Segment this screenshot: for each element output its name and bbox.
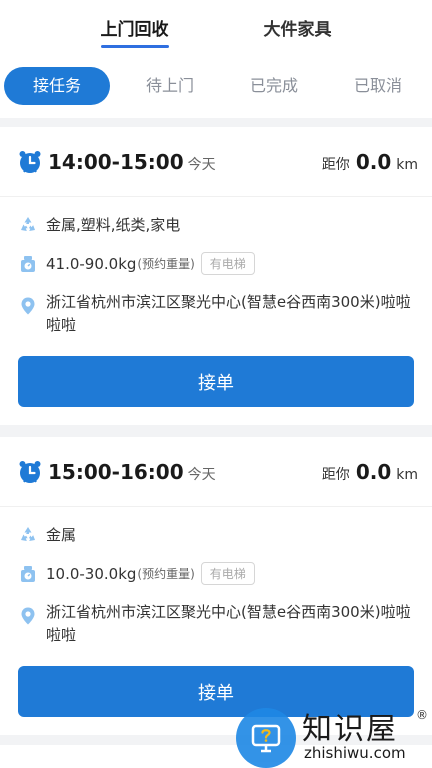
distance: 距你 0.0 km: [322, 460, 418, 484]
header: 上门回收 大件家具 接任务 待上门 已完成 已取消: [0, 0, 432, 118]
recycle-icon: [18, 525, 38, 545]
location-pin-icon: [18, 606, 38, 626]
order-card: 15:00-16:00 今天 距你 0.0 km 金属 10.0-30.0kg …: [0, 437, 432, 735]
watermark: 知识屋 ® zhishiwu.com: [232, 702, 432, 768]
distance: 距你 0.0 km: [322, 150, 418, 174]
elevator-badge: 有电梯: [200, 562, 255, 585]
distance-label: 距你: [321, 466, 350, 483]
tab-home-recycle[interactable]: 上门回收: [100, 15, 169, 48]
watermark-logo-icon: [236, 708, 296, 768]
order-card: 14:00-15:00 今天 距你 0.0 km 金属,塑料,纸类,家电 41.…: [0, 127, 432, 425]
order-card-header: 15:00-16:00 今天 距你 0.0 km: [0, 437, 432, 507]
watermark-registered-mark: ®: [416, 708, 428, 722]
category-row: 金属,塑料,纸类,家电: [0, 214, 432, 235]
location-pin-icon: [18, 296, 38, 316]
weight-range: 10.0-30.0kg: [46, 564, 137, 583]
waste-categories: 金属,塑料,纸类,家电: [46, 216, 181, 234]
scale-icon: [18, 564, 38, 584]
elevator-badge: 有电梯: [200, 252, 255, 275]
distance-unit: km: [396, 156, 418, 173]
status-tabs: 接任务 待上门 已完成 已取消: [0, 60, 432, 112]
recycle-icon: [18, 215, 38, 235]
alarm-clock-icon: [18, 460, 42, 484]
address-row: 浙江省杭州市滨江区聚光中心(智慧e谷西南300米)啦啦啦啦: [0, 601, 432, 647]
address-row: 浙江省杭州市滨江区聚光中心(智慧e谷西南300米)啦啦啦啦: [0, 291, 432, 337]
day-label: 今天: [187, 466, 216, 483]
time-slot: 15:00-16:00: [48, 459, 184, 484]
scale-icon: [18, 254, 38, 274]
tab-large-furniture[interactable]: 大件家具: [264, 15, 332, 48]
time-slot: 14:00-15:00: [48, 149, 184, 174]
category-row: 金属: [0, 524, 432, 545]
day-label: 今天: [187, 156, 216, 173]
tab-pending-visit[interactable]: 待上门: [118, 67, 222, 105]
distance-label: 距你: [321, 156, 350, 173]
tab-cancelled[interactable]: 已取消: [326, 67, 430, 105]
accept-order-button[interactable]: 接单: [18, 356, 414, 407]
watermark-title: 知识屋: [302, 712, 398, 747]
weight-note: (预约重量): [137, 257, 195, 271]
tab-completed[interactable]: 已完成: [222, 67, 326, 105]
top-tabs: 上门回收 大件家具: [0, 0, 432, 60]
weight-row: 10.0-30.0kg (预约重量) 有电梯: [0, 562, 432, 585]
pickup-address: 浙江省杭州市滨江区聚光中心(智慧e谷西南300米)啦啦啦啦: [46, 603, 411, 644]
watermark-url: zhishiwu.com: [304, 744, 406, 762]
weight-note: (预约重量): [137, 567, 195, 581]
distance-unit: km: [396, 466, 418, 483]
distance-value: 0.0: [355, 459, 392, 484]
waste-categories: 金属: [46, 526, 77, 544]
weight-row: 41.0-90.0kg (预约重量) 有电梯: [0, 252, 432, 275]
order-card-header: 14:00-15:00 今天 距你 0.0 km: [0, 127, 432, 197]
tab-accept-task[interactable]: 接任务: [4, 67, 110, 105]
alarm-clock-icon: [18, 150, 42, 174]
distance-value: 0.0: [355, 149, 392, 174]
pickup-address: 浙江省杭州市滨江区聚光中心(智慧e谷西南300米)啦啦啦啦: [46, 293, 411, 334]
weight-range: 41.0-90.0kg: [46, 254, 137, 273]
